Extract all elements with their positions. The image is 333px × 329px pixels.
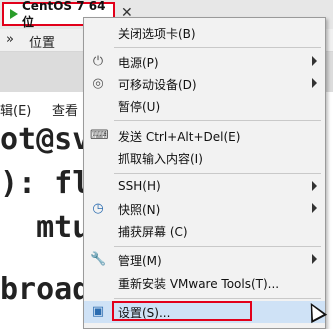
menu-item-capture-screen[interactable]: 捕获屏幕 (C) [84,220,325,242]
menu-item-reinstall-vmware-tools[interactable]: 重新安装 VMware Tools(T)... [84,272,325,294]
menu-item-label: 捕获屏幕 (C) [118,225,188,239]
terminal-line: ): fl [0,166,91,201]
menu-separator [114,246,321,247]
menu-item-label: 关闭选项卡(B) [118,27,196,41]
menu-separator [114,47,321,48]
menu-item-pause[interactable]: 暂停(U) [84,95,325,117]
running-vm-icon [10,9,18,19]
wrench-icon: 🔧 [90,252,107,267]
power-icon: ⏻ [92,54,104,69]
menu-edit[interactable]: 辑(E) [0,100,31,119]
menu-separator [114,120,321,121]
menubar-location[interactable]: 位置 [29,32,55,51]
menu-item-label: SSH(H) [118,179,161,193]
vm-tab-context-menu: 关闭选项卡(B) ⏻ 电源(P) ◎ 可移动设备(D) 暂停(U) ⌨ 发送 C… [83,17,326,329]
terminal-line: ot@sv [0,122,91,157]
submenu-arrow-icon [312,181,317,191]
settings-annotation-box [112,301,252,321]
snapshot-icon: ◷ [92,201,104,216]
menubar-overflow[interactable]: » [6,32,14,47]
menu-item-snapshot[interactable]: ◷ 快照(N) [84,198,325,220]
menu-item-label: 重新安装 VMware Tools(T)... [118,277,280,291]
menu-separator [114,298,321,299]
menu-separator [114,173,321,174]
menu-item-manage[interactable]: 🔧 管理(M) [84,249,325,271]
submenu-arrow-icon [312,56,317,66]
submenu-arrow-icon [312,254,317,264]
submenu-arrow-icon [312,78,317,88]
menu-item-label: 抓取输入内容(I) [118,152,203,166]
terminal-line: mtu [0,210,91,245]
menu-item-ssh[interactable]: SSH(H) [84,176,325,198]
menu-item-close-tab[interactable]: 关闭选项卡(B) [84,22,325,44]
menu-item-label: 快照(N) [118,203,161,217]
submenu-arrow-icon [312,203,317,213]
menu-item-removable-devices[interactable]: ◎ 可移动设备(D) [84,73,325,95]
menu-item-label: 电源(P) [118,56,159,70]
keyboard-icon: ⌨ [90,128,109,143]
menu-item-send-ctrl-alt-del[interactable]: ⌨ 发送 Ctrl+Alt+Del(E) [84,125,325,147]
menu-item-label: 管理(M) [118,254,162,268]
menu-view[interactable]: 查看 [52,100,78,119]
settings-icon: ▣ [91,304,105,319]
devices-icon: ◎ [92,76,104,91]
menu-item-label: 可移动设备(D) [118,78,197,92]
menu-item-grab-input[interactable]: 抓取输入内容(I) [84,147,325,169]
menu-item-label: 暂停(U) [118,100,161,114]
menu-item-power[interactable]: ⏻ 电源(P) [84,51,325,73]
menu-item-label: 发送 Ctrl+Alt+Del(E) [118,130,241,144]
